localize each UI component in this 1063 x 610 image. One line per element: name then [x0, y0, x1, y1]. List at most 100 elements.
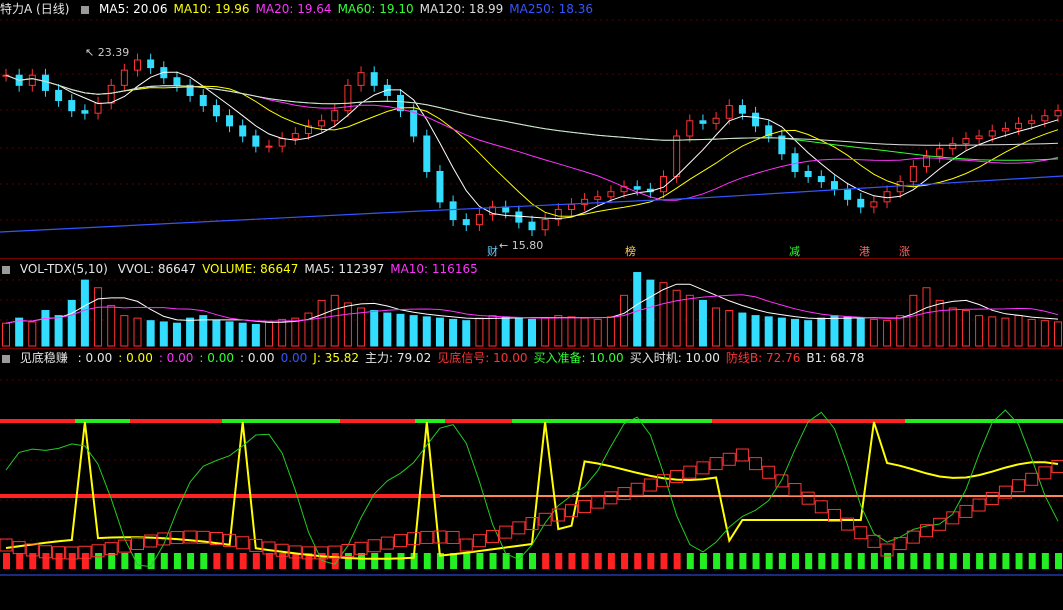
volume-bar [1014, 315, 1023, 347]
defense-box [354, 541, 368, 555]
signal-bar [292, 553, 300, 569]
volume-bar [633, 272, 642, 347]
volume-bar [501, 316, 510, 347]
event-tag-1: 榜 [625, 245, 636, 258]
defense-box [472, 534, 486, 548]
volume-bar [80, 279, 89, 347]
j-line [5, 421, 1059, 560]
candle-body [1015, 122, 1023, 129]
signal-bar [160, 553, 168, 569]
volume-bar [646, 279, 655, 347]
defense-box [262, 541, 276, 555]
candle-body [120, 69, 128, 86]
signal-bar [121, 553, 129, 569]
candle-body [752, 112, 760, 127]
candle-body [725, 105, 733, 119]
signal-bar [581, 553, 589, 569]
defense-box [788, 483, 802, 497]
defense-box [236, 536, 250, 550]
signal-bar [910, 553, 918, 569]
status-bar-top [130, 419, 222, 423]
candle-body [699, 120, 707, 124]
signal-bar [252, 553, 260, 569]
signal-bar [857, 553, 865, 569]
defense-box [814, 500, 828, 514]
defense-box [893, 537, 907, 551]
signal-bar [68, 553, 76, 569]
candle-body [528, 221, 536, 231]
candle-body [107, 84, 115, 104]
defense-box [499, 525, 513, 539]
signal-bar [607, 553, 615, 569]
volume-bar [159, 321, 168, 347]
volume-bar [488, 315, 497, 347]
signal-bar [962, 553, 970, 569]
candle-body [738, 105, 746, 114]
status-bar-top [512, 419, 712, 423]
candle-body [949, 143, 957, 150]
volume-bar [94, 287, 103, 347]
volume-bar [935, 299, 944, 347]
signal-bar [778, 553, 786, 569]
defense-box [985, 492, 999, 506]
volume-bar [238, 322, 247, 347]
defense-box [867, 534, 881, 548]
defense-box [512, 521, 526, 535]
defense-box [170, 531, 184, 545]
volume-bar [514, 317, 523, 347]
candle-body [199, 94, 207, 107]
signal-bar [200, 553, 208, 569]
signal-bar [739, 553, 747, 569]
volume-bar [28, 321, 37, 347]
candle-body [870, 201, 878, 208]
high-price-label: ↖ 23.39 [85, 46, 130, 59]
volume-bar [659, 282, 668, 347]
status-bar-top [75, 419, 130, 423]
volume-bar [146, 320, 155, 347]
volume-bar [41, 310, 50, 347]
volume-bar [265, 321, 273, 347]
defense-box [630, 482, 644, 496]
volume-bar [1040, 320, 1049, 347]
volume-bar [817, 317, 826, 347]
defense-box [394, 534, 407, 548]
signal-bar [81, 553, 89, 569]
status-bar-top [0, 419, 75, 423]
signal-bar [949, 553, 957, 569]
volume-bar [830, 315, 839, 347]
signal-bar [870, 553, 878, 569]
candle-body [423, 135, 431, 172]
candle-body [804, 170, 812, 178]
candle-body [541, 219, 549, 231]
volume-bar [685, 294, 694, 347]
candle-body [909, 165, 917, 183]
candle-body [252, 135, 260, 147]
defense-box [591, 495, 605, 509]
defense-box [696, 461, 710, 475]
volume-bar [606, 316, 615, 347]
kline-chart[interactable] [0, 0, 1063, 610]
candle-body [462, 219, 470, 226]
candle-body [515, 211, 523, 223]
volume-bar [896, 315, 905, 347]
status-bar-top [445, 419, 512, 423]
volume-bar [172, 322, 181, 347]
volume-bar [343, 302, 352, 347]
defense-box [643, 478, 657, 492]
defense-box [1038, 466, 1052, 480]
defense-box [775, 474, 789, 488]
candle-body [607, 191, 615, 198]
volume-bar [54, 315, 63, 347]
volume-bar [383, 312, 392, 347]
signal-bar [805, 553, 813, 569]
low-price-label: ← 15.80 [499, 239, 544, 252]
signal-bar [686, 553, 694, 569]
candle-body [660, 176, 667, 193]
volume-bar [712, 307, 721, 347]
signal-bar [634, 553, 642, 569]
volume-bar [922, 287, 931, 347]
volume-bar [67, 299, 76, 347]
candle-body [830, 181, 838, 190]
volume-bar [2, 322, 10, 347]
defense-box [801, 491, 815, 505]
